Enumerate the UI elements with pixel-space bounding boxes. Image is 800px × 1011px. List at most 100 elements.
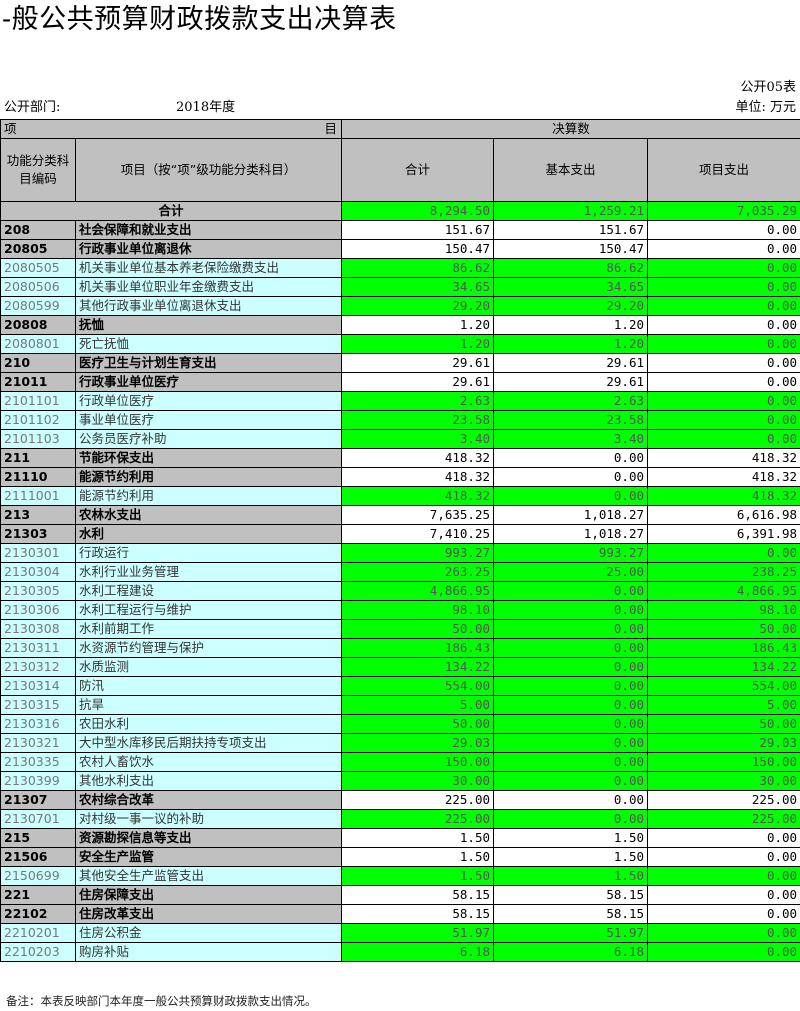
row-code: 2080506 [0, 277, 76, 297]
row-basic: 29.20 [493, 296, 649, 316]
table-row: 2130335 农村人畜饮水 150.00 0.00 150.00 [0, 752, 800, 772]
table-row: 21110 能源节约利用 418.32 0.00 418.32 [0, 467, 800, 487]
row-total: 186.43 [341, 638, 495, 658]
row-total: 1.50 [341, 866, 495, 886]
row-code: 2130306 [0, 600, 76, 620]
row-basic: 0.00 [493, 714, 649, 734]
row-total: 4,866.95 [341, 581, 495, 601]
row-basic: 6.18 [493, 942, 649, 962]
row-project: 0.00 [647, 277, 800, 297]
row-total: 50.00 [341, 619, 495, 639]
row-code: 208 [0, 220, 76, 240]
row-project: 29.03 [647, 733, 800, 753]
row-basic: 0.00 [493, 809, 649, 829]
item-header-right: 目 [324, 121, 338, 136]
row-name: 资源勘探信息等支出 [74, 828, 343, 848]
row-code: 2130701 [0, 809, 76, 829]
row-name: 行政运行 [74, 543, 343, 563]
table-row: 2130305 水利工程建设 4,866.95 0.00 4,866.95 [0, 581, 800, 601]
table-row: 215 资源勘探信息等支出 1.50 1.50 0.00 [0, 828, 800, 848]
row-name: 医疗卫生与计划生育支出 [74, 353, 343, 373]
row-basic: 993.27 [493, 543, 649, 563]
row-total: 1.50 [341, 828, 495, 848]
row-total: 51.97 [341, 923, 495, 943]
row-name: 其他安全生产监管支出 [74, 866, 343, 886]
row-code: 20805 [0, 239, 76, 259]
row-project: 0.00 [647, 847, 800, 867]
row-total: 151.67 [341, 220, 495, 240]
row-basic: 23.58 [493, 410, 649, 430]
table-row: 21303 水利 7,410.25 1,018.27 6,391.98 [0, 524, 800, 544]
row-code: 2101103 [0, 429, 76, 449]
table-row: 213 农林水支出 7,635.25 1,018.27 6,616.98 [0, 505, 800, 525]
row-project: 0.00 [647, 885, 800, 905]
report-title: -般公共预算财政拨款支出决算表 [2, 4, 397, 35]
row-total: 5.00 [341, 695, 495, 715]
row-name: 住房改革支出 [74, 904, 343, 924]
table-row: 2130301 行政运行 993.27 993.27 0.00 [0, 543, 800, 563]
row-name: 抗旱 [74, 695, 343, 715]
row-basic: 0.00 [493, 676, 649, 696]
row-name: 机关事业单位基本养老保险缴费支出 [74, 258, 343, 278]
row-total: 30.00 [341, 771, 495, 791]
table-row: 2080599 其他行政事业单位离退休支出 29.20 29.20 0.00 [0, 296, 800, 316]
row-project: 50.00 [647, 619, 800, 639]
row-code: 2111001 [0, 486, 76, 506]
row-project: 0.00 [647, 866, 800, 886]
table-row: 2130306 水利工程运行与维护 98.10 0.00 98.10 [0, 600, 800, 620]
row-total: 23.58 [341, 410, 495, 430]
row-name: 行政单位医疗 [74, 391, 343, 411]
row-project: 225.00 [647, 809, 800, 829]
row-code: 221 [0, 885, 76, 905]
row-code: 20808 [0, 315, 76, 335]
table-row: 20808 抚恤 1.20 1.20 0.00 [0, 315, 800, 335]
table-row: 2130399 其他水利支出 30.00 0.00 30.00 [0, 771, 800, 791]
row-name: 机关事业单位职业年金缴费支出 [74, 277, 343, 297]
table-row: 2130321 大中型水库移民后期扶持专项支出 29.03 0.00 29.03 [0, 733, 800, 753]
unit-label: 单位: 万元 [735, 100, 796, 115]
row-name: 水利 [74, 524, 343, 544]
row-basic: 25.00 [493, 562, 649, 582]
row-code: 215 [0, 828, 76, 848]
row-name: 对村级一事一议的补助 [74, 809, 343, 829]
row-basic: 1,018.27 [493, 505, 649, 525]
item-header: 项 目 [0, 119, 343, 139]
row-name: 农村综合改革 [74, 790, 343, 810]
row-total: 418.32 [341, 467, 495, 487]
table-number: 公开05表 [740, 80, 796, 95]
row-total: 418.32 [341, 448, 495, 468]
row-name: 购房补贴 [74, 942, 343, 962]
row-total: 2.63 [341, 391, 495, 411]
row-code: 2130311 [0, 638, 76, 658]
table-row: 2101103 公务员医疗补助 3.40 3.40 0.00 [0, 429, 800, 449]
row-name: 农林水支出 [74, 505, 343, 525]
row-code: 2130335 [0, 752, 76, 772]
project-column-header: 项目支出 [647, 138, 800, 202]
table-row: 2130701 对村级一事一议的补助 225.00 0.00 225.00 [0, 809, 800, 829]
row-project: 0.00 [647, 904, 800, 924]
row-code: 2210201 [0, 923, 76, 943]
row-name: 防汛 [74, 676, 343, 696]
total-basic: 1,259.21 [493, 201, 649, 221]
row-code: 2130308 [0, 619, 76, 639]
total-row: 合计 8,294.50 1,259.21 7,035.29 [0, 201, 800, 221]
row-name: 行政事业单位医疗 [74, 372, 343, 392]
row-total: 7,635.25 [341, 505, 495, 525]
row-name: 住房保障支出 [74, 885, 343, 905]
row-code: 2130305 [0, 581, 76, 601]
row-basic: 150.47 [493, 239, 649, 259]
header-row-2: 功能分类科目编码 项目（按“项”级功能分类科目） 合计 基本支出 项目支出 [0, 138, 800, 202]
row-total: 418.32 [341, 486, 495, 506]
row-code: 210 [0, 353, 76, 373]
row-name: 水资源节约管理与保护 [74, 638, 343, 658]
row-project: 0.00 [647, 543, 800, 563]
table-row: 2130314 防汛 554.00 0.00 554.00 [0, 676, 800, 696]
total-project: 7,035.29 [647, 201, 800, 221]
row-project: 30.00 [647, 771, 800, 791]
row-total: 554.00 [341, 676, 495, 696]
row-name: 水利工程运行与维护 [74, 600, 343, 620]
row-code: 2130315 [0, 695, 76, 715]
row-basic: 0.00 [493, 638, 649, 658]
row-total: 263.25 [341, 562, 495, 582]
department-label: 公开部门: [4, 100, 61, 115]
